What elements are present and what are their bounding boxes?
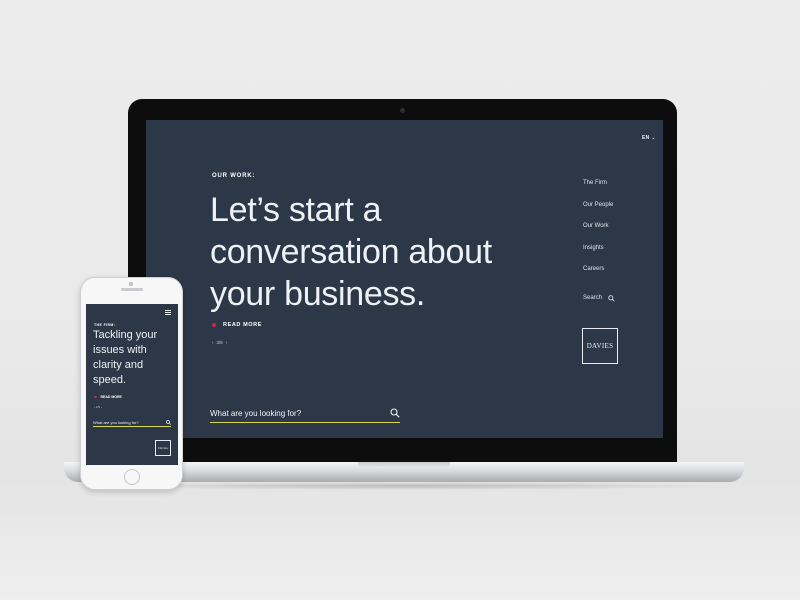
nav-item-insights[interactable]: Insights [583,245,615,267]
mobile-davies-logo[interactable]: Davies [155,440,171,456]
pager-prev-button[interactable]: ‹ [212,340,214,345]
section-eyebrow: OUR WORK: [212,173,256,179]
language-selector[interactable]: EN ⌄ [642,135,656,141]
mobile-read-more-label: READ MORE [100,395,122,399]
mobile-headline: Tackling your issues with clarity and sp… [93,329,158,386]
laptop-shadow [90,482,720,490]
laptop-camera [400,108,405,113]
logo-text: DAVIES [586,342,614,350]
mobile-pager-status: 1/5 [95,405,101,409]
site-search-field[interactable]: What are you looking for? [210,404,400,423]
mobile-search-field[interactable]: What are you looking for? [93,419,171,427]
mobile-slide-pager: ‹ 1/5 › [94,405,102,409]
mobile-pager-next-button[interactable]: › [101,405,102,409]
nav-item-our-people[interactable]: Our People [583,202,615,224]
red-dot-icon [94,395,97,399]
mobile-pager-prev-button[interactable]: ‹ [94,405,95,409]
nav-item-the-firm[interactable]: The Firm [583,180,615,202]
background-floor [0,478,800,600]
phone-device: THE FIRM: Tackling your issues with clar… [80,277,183,490]
phone-home-button [124,469,140,485]
search-icon [608,295,615,302]
search-icon[interactable] [166,420,171,425]
language-label: EN [642,135,650,141]
search-placeholder: What are you looking for? [210,408,302,418]
desktop-screen: EN ⌄ OUR WORK: Let’s start a conversatio… [146,120,663,438]
nav-search-label: Search [583,295,603,302]
read-more-label: READ MORE [223,322,263,328]
chevron-down-icon: ⌄ [651,135,656,141]
hero-headline: Let’s start a conversation about your bu… [210,191,492,313]
search-icon[interactable] [390,408,400,418]
pager-next-button[interactable]: › [226,340,228,345]
nav-item-our-work[interactable]: Our Work [583,223,615,245]
mobile-eyebrow: THE FIRM: [94,323,116,327]
slide-pager: ‹ 3/5 › [212,340,227,345]
phone-speaker [121,288,143,291]
main-nav: The Firm Our People Our Work Insights Ca… [583,180,615,309]
read-more-link[interactable]: READ MORE [212,322,262,328]
hamburger-menu-icon[interactable] [165,310,171,315]
mobile-logo-text: Davies [158,446,168,450]
nav-item-careers[interactable]: Careers [583,266,615,288]
phone-camera [129,282,133,286]
laptop-opening-notch [358,462,450,468]
laptop-lid: EN ⌄ OUR WORK: Let’s start a conversatio… [128,99,677,464]
mobile-search-placeholder: What are you looking for? [93,420,139,425]
davies-logo[interactable]: DAVIES [582,328,618,364]
pager-status: 3/5 [216,340,223,345]
nav-item-search[interactable]: Search [583,288,615,310]
red-dot-icon [212,323,216,327]
mobile-read-more-link[interactable]: READ MORE [94,395,122,399]
mobile-screen: THE FIRM: Tackling your issues with clar… [86,304,178,465]
